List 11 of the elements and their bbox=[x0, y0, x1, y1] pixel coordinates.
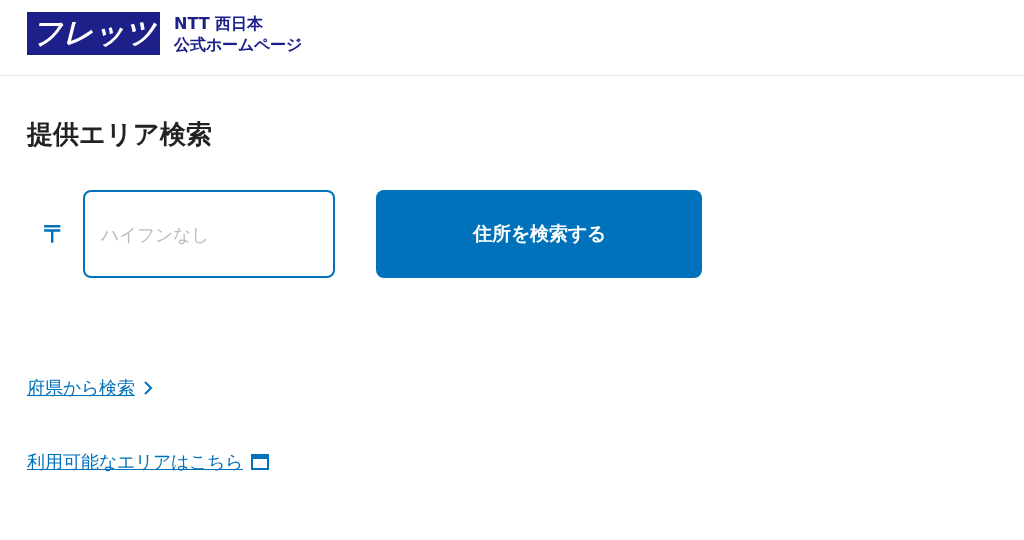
text-link[interactable]: 利用可能なエリアはこちら bbox=[27, 450, 243, 474]
postal-mark: 〒 bbox=[42, 219, 68, 250]
window-icon bbox=[251, 454, 269, 470]
postal-code-field[interactable]: ハイフンなし bbox=[83, 190, 335, 278]
logo[interactable]: フレッツ bbox=[27, 12, 160, 55]
text-link[interactable]: 府県から検索 bbox=[27, 376, 135, 400]
search-address-button[interactable]: 住所を検索する bbox=[376, 190, 702, 278]
page-title: 提供エリア検索 bbox=[27, 118, 213, 151]
company-name: NTT 西日本 bbox=[174, 12, 265, 34]
site-subtitle: 公式ホームページ bbox=[174, 33, 302, 55]
chevron-right-icon bbox=[143, 380, 153, 396]
